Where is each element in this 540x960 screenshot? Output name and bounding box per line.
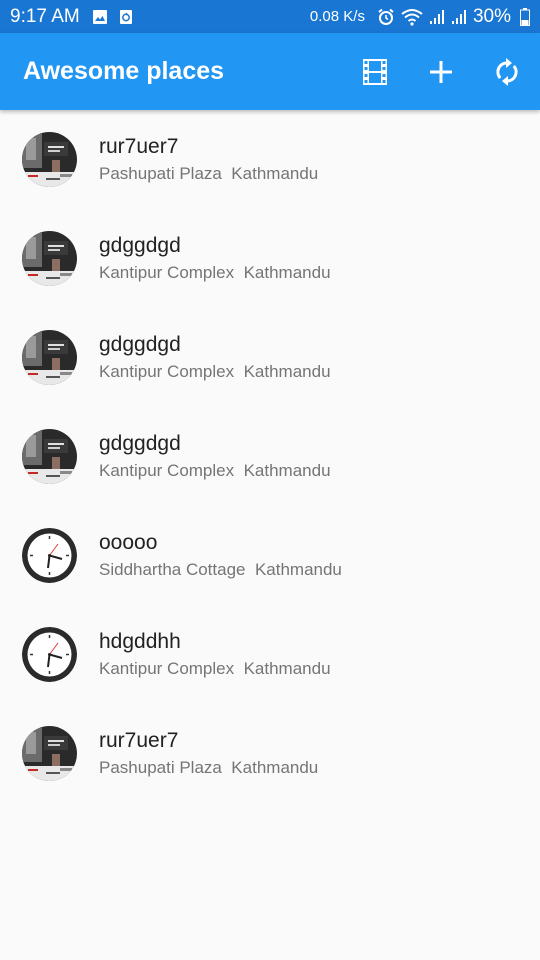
list-item[interactable]: rur7uer7 Pashupati Plaza Kathmandu xyxy=(0,110,540,209)
place-clock-avatar xyxy=(22,528,77,583)
place-photo-avatar xyxy=(22,429,77,484)
place-text: rur7uer7 Pashupati Plaza Kathmandu xyxy=(99,134,318,186)
refresh-icon xyxy=(496,57,518,86)
place-title: rur7uer7 xyxy=(99,728,179,752)
status-time: 9:17 AM xyxy=(10,5,80,27)
alarm-icon xyxy=(378,8,394,25)
place-subtitle: Kantipur Complex Kathmandu xyxy=(99,262,331,282)
place-photo-avatar xyxy=(22,726,77,781)
list-item[interactable]: rur7uer7 Pashupati Plaza Kathmandu xyxy=(0,704,540,803)
place-text: gdggdgd Kantipur Complex Kathmandu xyxy=(99,431,331,483)
image-icon xyxy=(92,9,107,24)
list-item[interactable]: gdggdgd Kantipur Complex Kathmandu xyxy=(0,209,540,308)
sync-icon xyxy=(119,9,132,24)
place-title: gdggdgd xyxy=(99,233,181,257)
place-subtitle: Pashupati Plaza Kathmandu xyxy=(99,163,319,183)
place-list: rur7uer7 Pashupati Plaza Kathmandu gdggdg… xyxy=(0,110,540,803)
list-item[interactable]: gdggdgd Kantipur Complex Kathmandu xyxy=(0,407,540,506)
place-photo-avatar xyxy=(22,330,77,385)
list-item[interactable]: hdgddhh Kantipur Complex Kathmandu xyxy=(0,605,540,704)
place-text: gdggdgd Kantipur Complex Kathmandu xyxy=(99,332,331,384)
place-clock-avatar xyxy=(22,627,77,682)
place-text: ooooo Siddhartha Cottage Kathmandu xyxy=(99,530,342,582)
place-title: ooooo xyxy=(99,530,158,554)
battery-icon xyxy=(520,7,530,26)
place-title: rur7uer7 xyxy=(99,134,179,158)
place-photo-avatar xyxy=(22,231,77,286)
signal-icon xyxy=(451,9,466,24)
list-item[interactable]: gdggdgd Kantipur Complex Kathmandu xyxy=(0,308,540,407)
movie-icon xyxy=(363,58,387,85)
signal-icon xyxy=(429,9,444,24)
place-text: rur7uer7 Pashupati Plaza Kathmandu xyxy=(99,728,318,780)
add-button[interactable] xyxy=(408,33,474,110)
network-speed: 0.08 K/s xyxy=(309,8,365,25)
place-subtitle: Kantipur Complex Kathmandu xyxy=(99,658,331,678)
place-subtitle: Kantipur Complex Kathmandu xyxy=(99,361,331,381)
battery-percent: 30% xyxy=(472,5,511,27)
place-title: gdggdgd xyxy=(99,332,181,356)
app-title: Awesome places xyxy=(23,57,225,85)
place-subtitle: Kantipur Complex Kathmandu xyxy=(99,460,331,480)
place-subtitle: Siddhartha Cottage Kathmandu xyxy=(99,559,342,579)
place-subtitle: Pashupati Plaza Kathmandu xyxy=(99,757,319,777)
status-right: 0.08 K/s 30% xyxy=(310,6,530,28)
add-icon xyxy=(430,60,452,83)
app-bar: Awesome places xyxy=(0,33,540,110)
place-photo-avatar xyxy=(22,132,77,187)
movie-button[interactable] xyxy=(342,33,408,110)
place-text: hdgddhh Kantipur Complex Kathmandu xyxy=(99,629,331,681)
place-text: gdggdgd Kantipur Complex Kathmandu xyxy=(99,233,331,285)
wifi-icon xyxy=(401,8,423,26)
place-title: hdgddhh xyxy=(99,629,181,653)
place-title: gdggdgd xyxy=(99,431,181,455)
list-item[interactable]: ooooo Siddhartha Cottage Kathmandu xyxy=(0,506,540,605)
status-left: 9:17 AM xyxy=(10,6,144,28)
status-bar: 9:17 AM 0.08 K/s 30% xyxy=(0,0,540,33)
refresh-button[interactable] xyxy=(474,33,540,110)
